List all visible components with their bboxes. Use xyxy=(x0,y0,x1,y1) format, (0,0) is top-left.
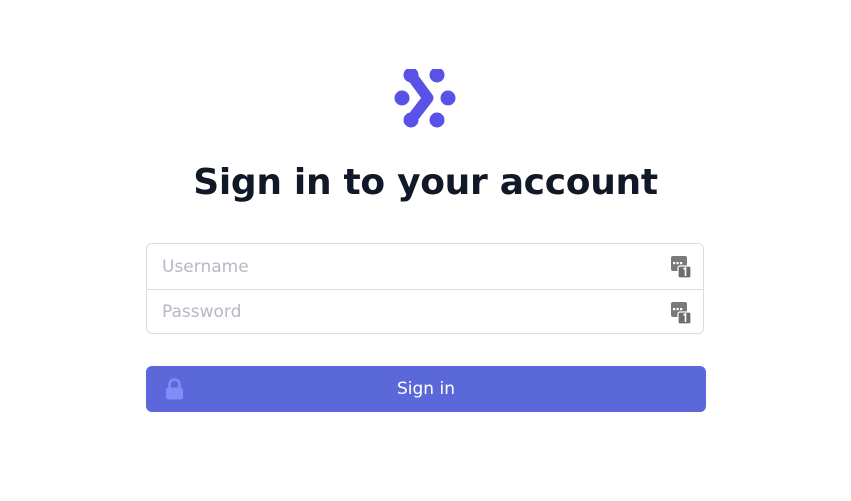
lock-icon xyxy=(166,378,183,400)
sign-in-page: Sign in to your account Username Sign in xyxy=(0,0,851,501)
page-title: Sign in to your account xyxy=(193,162,658,203)
password-manager-icon[interactable] xyxy=(670,255,692,279)
sign-in-button-label: Sign in xyxy=(397,379,455,399)
password-field-container xyxy=(147,289,703,333)
username-field-container xyxy=(147,244,703,289)
sign-in-button[interactable]: Sign in xyxy=(146,366,706,412)
username-input[interactable] xyxy=(147,244,703,289)
login-form xyxy=(146,243,704,334)
password-manager-icon[interactable] xyxy=(670,301,692,325)
password-input[interactable] xyxy=(147,290,703,333)
brand-logo-icon xyxy=(394,69,456,128)
